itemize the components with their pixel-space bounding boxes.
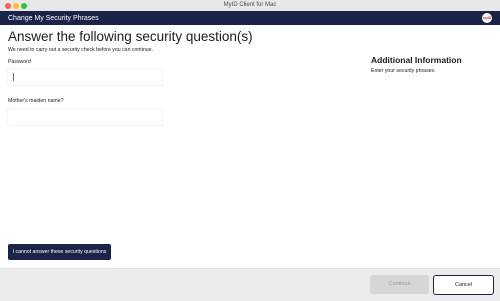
- footer-bar: Continue Cancel: [0, 268, 500, 301]
- app-header-title: Change My Security Phrases: [8, 15, 99, 22]
- password-label: Password: [8, 59, 31, 65]
- logo-text: myID: [482, 16, 492, 20]
- password-field[interactable]: [8, 69, 162, 85]
- cancel-button[interactable]: Cancel: [433, 275, 494, 295]
- additional-info-heading: Additional Information: [371, 55, 462, 65]
- app-header: Change My Security Phrases myID: [0, 11, 500, 25]
- page-title: Answer the following security question(s…: [8, 29, 253, 44]
- intro-text: We need to carry out a security check be…: [8, 47, 153, 53]
- myid-logo-icon: myID: [482, 13, 492, 23]
- maiden-name-label: Mother's maiden name?: [8, 98, 64, 104]
- additional-info-text: Enter your security phrases.: [371, 68, 436, 74]
- text-caret: [13, 73, 14, 81]
- cannot-answer-button[interactable]: I cannot answer these security questions: [8, 244, 111, 260]
- continue-button[interactable]: Continue: [370, 275, 429, 294]
- window-title: MyID Client for Mac: [223, 2, 277, 8]
- maiden-name-field[interactable]: [8, 109, 162, 125]
